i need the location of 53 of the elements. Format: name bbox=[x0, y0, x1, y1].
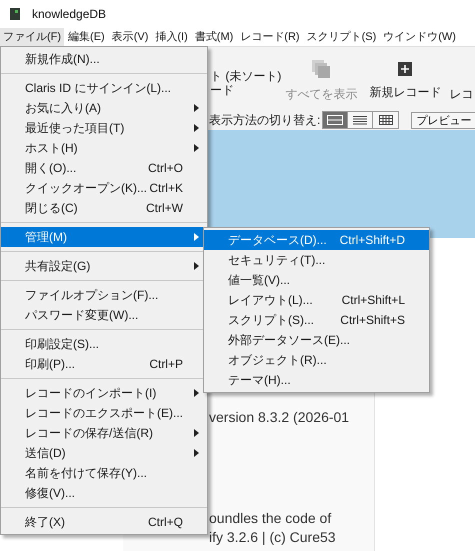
app-logo-icon bbox=[10, 8, 20, 20]
menu-bar-item[interactable]: ウインドウ(W) bbox=[380, 28, 459, 46]
menu-item[interactable]: 印刷(P)... Ctrl+P bbox=[1, 354, 207, 374]
plus-icon bbox=[398, 62, 412, 76]
table-view-icon bbox=[378, 115, 393, 125]
menu-item[interactable]: 新規作成(N)... bbox=[1, 49, 207, 69]
menu-item[interactable]: 共有設定(G) bbox=[1, 256, 207, 276]
menu-item[interactable]: セキュリティ(T)... bbox=[204, 250, 429, 270]
menu-item[interactable]: 印刷設定(S)... bbox=[1, 334, 207, 354]
menu-item[interactable]: スクリプト(S)... Ctrl+Shift+S bbox=[204, 310, 429, 330]
menu-bar-item[interactable]: 表示(V) bbox=[108, 28, 152, 46]
menu-item[interactable]: 閉じる(C) Ctrl+W bbox=[1, 198, 207, 218]
content-text: version 8.3.2 (2026-01 bbox=[209, 408, 350, 427]
menu-bar-item[interactable]: スクリプト(S) bbox=[304, 28, 380, 46]
menu-item[interactable]: クイックオープン(K)... Ctrl+K bbox=[1, 178, 207, 198]
menu-item[interactable]: 開く(O)... Ctrl+O bbox=[1, 158, 207, 178]
menu-item[interactable]: レコードの保存/送信(R) bbox=[1, 423, 207, 443]
menu-item[interactable]: データベース(D)... Ctrl+Shift+D bbox=[204, 230, 429, 250]
menu-item[interactable]: Claris ID にサインイン(L)... bbox=[1, 78, 207, 98]
content-text: ify 3.2.6 | (c) Cure53 bbox=[209, 528, 337, 547]
list-view-icon bbox=[353, 116, 368, 124]
content-text: oundles the code of bbox=[209, 509, 332, 528]
window-title: knowledgeDB bbox=[32, 7, 106, 21]
menu-item[interactable]: オブジェクト(R)... bbox=[204, 350, 429, 370]
menu-item[interactable]: パスワード変更(W)... bbox=[1, 305, 207, 325]
menu-item[interactable]: 外部データソース(E)... bbox=[204, 330, 429, 350]
form-view-icon bbox=[327, 115, 344, 125]
menu-item[interactable]: 値一覧(V)... bbox=[204, 270, 429, 290]
preview-button[interactable]: プレビュー bbox=[411, 112, 475, 128]
menu-item[interactable]: レイアウト(L)... Ctrl+Shift+L bbox=[204, 290, 429, 310]
menu-item[interactable]: 名前を付けて保存(Y)... bbox=[1, 463, 207, 483]
sort-status-text: ト (未ソート) bbox=[210, 68, 282, 82]
menu-item[interactable]: 終了(X) Ctrl+Q bbox=[1, 512, 207, 532]
toolbar-button[interactable]: 新規レコード bbox=[365, 56, 446, 101]
menu-bar-item[interactable]: ファイル(F) bbox=[0, 28, 64, 46]
menu-item[interactable]: ファイルオプション(F)... bbox=[1, 285, 207, 305]
menu-item[interactable]: テーマ(H)... bbox=[204, 370, 429, 390]
menu-item[interactable]: お気に入り(A) bbox=[1, 98, 207, 118]
menu-item[interactable]: レコードのインポート(I) bbox=[1, 383, 207, 403]
view-button[interactable] bbox=[323, 112, 348, 128]
menu-item[interactable]: 送信(D) bbox=[1, 443, 207, 463]
menu-bar-item[interactable]: 書式(M) bbox=[192, 28, 236, 46]
view-switch-label: 表示方法の切り替え: bbox=[209, 112, 320, 128]
menu-item[interactable]: レコードのエクスポート(E)... bbox=[1, 403, 207, 423]
menu-bar-item[interactable]: レコード(R) bbox=[237, 28, 303, 46]
toolbar-button[interactable]: レコ bbox=[445, 54, 475, 103]
menu-item[interactable]: 修復(V)... bbox=[1, 483, 207, 503]
menu-bar-item[interactable]: 編集(E) bbox=[65, 28, 108, 46]
stacked-pages-icon bbox=[312, 60, 330, 78]
menu-item[interactable]: 最近使った項目(T) bbox=[1, 118, 207, 138]
sort-status-text: ード bbox=[210, 82, 235, 96]
menu-bar-item[interactable]: 挿入(I) bbox=[152, 28, 191, 46]
menu-item[interactable]: ホスト(H) bbox=[1, 138, 207, 158]
